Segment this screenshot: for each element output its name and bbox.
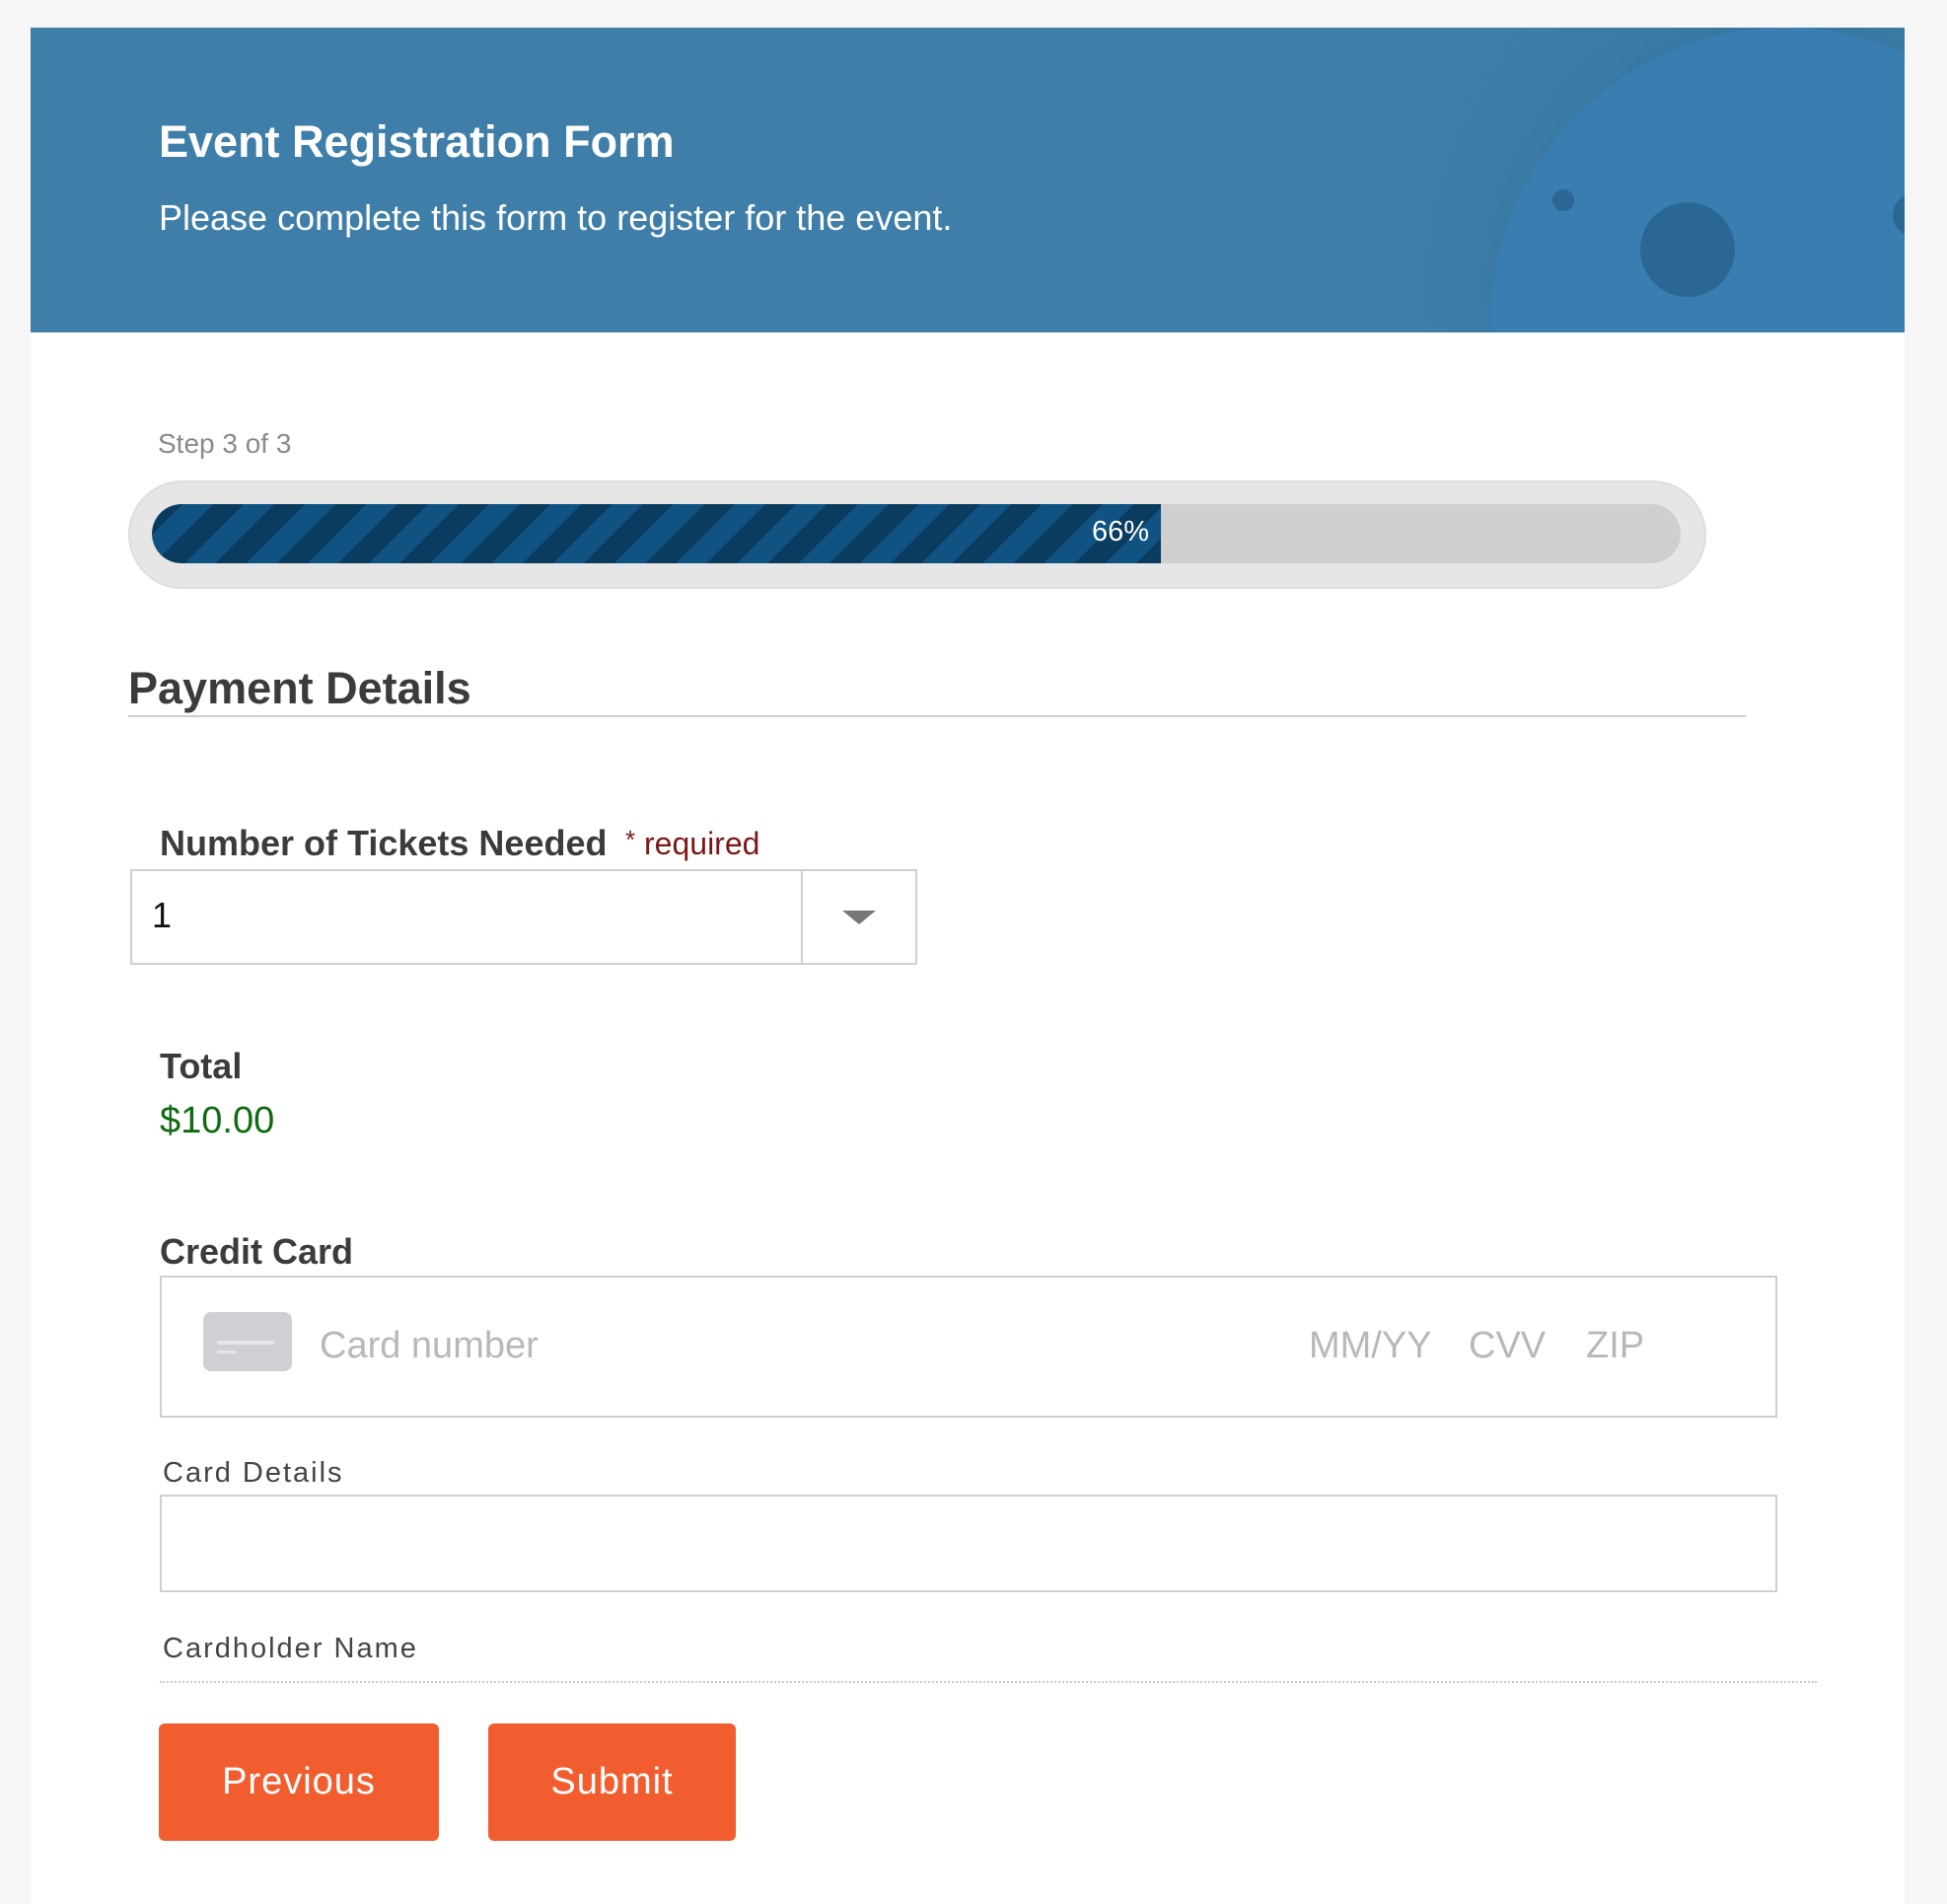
- section-divider: [128, 715, 1746, 717]
- card-details-input[interactable]: Card number MM/YY CVV ZIP: [160, 1276, 1777, 1418]
- tickets-selected-value: 1: [152, 895, 173, 935]
- cardholder-name-sublabel: Cardholder Name: [163, 1633, 418, 1664]
- card-number-field[interactable]: Card number: [320, 1325, 539, 1367]
- cardholder-name-input[interactable]: [160, 1495, 1777, 1592]
- progress-percent: 66%: [1091, 516, 1149, 548]
- total-label: Total: [160, 1046, 243, 1086]
- required-text: required: [644, 826, 760, 861]
- progress-track: 66%: [152, 504, 1681, 563]
- form-title: Event Registration Form: [159, 116, 675, 167]
- credit-card-label: Credit Card: [160, 1231, 354, 1272]
- header-decoration: [1372, 28, 1905, 332]
- credit-card-icon: [203, 1312, 292, 1371]
- form-subtitle: Please complete this form to register fo…: [159, 197, 953, 238]
- required-asterisk: *: [625, 825, 636, 854]
- total-value: $10.00: [160, 1100, 275, 1141]
- card-details-sublabel: Card Details: [163, 1457, 344, 1489]
- chevron-down-icon: [842, 911, 876, 924]
- submit-button[interactable]: Submit: [488, 1723, 736, 1841]
- progress-bar: 66%: [128, 480, 1706, 589]
- previous-button[interactable]: Previous: [159, 1723, 439, 1841]
- zip-field[interactable]: ZIP: [1586, 1325, 1644, 1367]
- form-header: Event Registration Form Please complete …: [31, 28, 1905, 332]
- section-title: Payment Details: [128, 663, 471, 713]
- tickets-label: Number of Tickets Needed: [160, 823, 608, 863]
- form-card: Event Registration Form Please complete …: [31, 28, 1905, 1904]
- cvv-field[interactable]: CVV: [1469, 1325, 1546, 1367]
- tickets-dropdown-button[interactable]: [801, 871, 915, 963]
- form-divider: [160, 1681, 1817, 1683]
- required-indicator: * required: [625, 825, 759, 862]
- progress-fill: 66%: [152, 504, 1161, 563]
- step-indicator: Step 3 of 3: [158, 428, 292, 459]
- tickets-select[interactable]: 1: [130, 869, 917, 965]
- expiry-field[interactable]: MM/YY: [1309, 1325, 1432, 1367]
